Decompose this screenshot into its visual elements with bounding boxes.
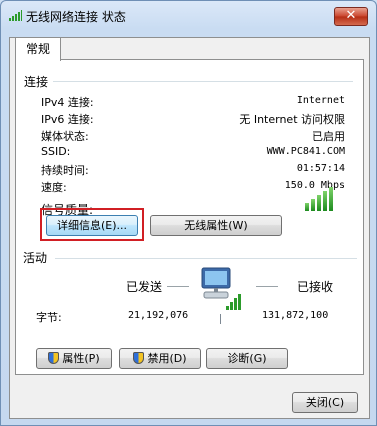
diagnose-button[interactable]: 诊断(G) xyxy=(206,348,288,369)
wireless-signal-icon xyxy=(9,10,22,21)
activity-divider xyxy=(55,258,357,259)
network-computer-icon xyxy=(198,266,241,310)
wireless-properties-button[interactable]: 无线属性(W) xyxy=(150,215,282,236)
title-bar[interactable]: 无线网络连接 状态 ✕ xyxy=(1,1,376,31)
received-line xyxy=(256,286,278,287)
uac-shield-icon xyxy=(133,352,145,364)
properties-button-label: 属性(P) xyxy=(62,352,100,365)
ipv6-value: 无 Internet 访问权限 xyxy=(239,113,345,126)
ssid-label: SSID: xyxy=(41,145,71,158)
bytes-sent-value: 21,192,076 xyxy=(128,310,189,321)
connection-divider xyxy=(53,81,353,82)
sent-line xyxy=(167,286,189,287)
dialog-client: 常规 连接 IPv4 连接: Internet IPv6 连接: 无 Inter… xyxy=(9,37,370,419)
connection-group-label: 连接 xyxy=(24,73,52,90)
disable-button[interactable]: 禁用(D) xyxy=(119,348,201,369)
speed-label: 速度: xyxy=(41,181,67,194)
window-title: 无线网络连接 状态 xyxy=(26,10,126,24)
status-window: 无线网络连接 状态 ✕ 常规 连接 IPv4 连接: Internet IPv6… xyxy=(0,0,377,426)
tab-general[interactable]: 常规 xyxy=(15,37,62,61)
media-state-value: 已启用 xyxy=(312,130,345,143)
ipv6-label: IPv6 连接: xyxy=(41,113,94,126)
bytes-separator xyxy=(220,314,221,324)
properties-button[interactable]: 属性(P) xyxy=(36,348,112,369)
ipv4-label: IPv4 连接: xyxy=(41,96,94,109)
duration-value: 01:57:14 xyxy=(296,163,345,174)
ipv4-value: Internet xyxy=(296,95,345,106)
media-state-label: 媒体状态: xyxy=(41,130,89,143)
received-label: 已接收 xyxy=(297,280,334,294)
ssid-value: WWW.PC841.COM xyxy=(266,146,345,157)
close-icon[interactable]: ✕ xyxy=(334,7,368,26)
sent-label: 已发送 xyxy=(126,280,163,294)
duration-label: 持续时间: xyxy=(41,164,89,177)
uac-shield-icon xyxy=(48,352,60,364)
signal-strength-icon xyxy=(305,187,333,211)
disable-button-label: 禁用(D) xyxy=(147,352,187,365)
close-button[interactable]: 关闭(C) xyxy=(292,392,358,413)
bytes-label: 字节: xyxy=(36,311,62,324)
bytes-received-value: 131,872,100 xyxy=(262,310,329,321)
activity-group-label: 活动 xyxy=(23,249,51,266)
details-button[interactable]: 详细信息(E)... xyxy=(46,215,138,236)
